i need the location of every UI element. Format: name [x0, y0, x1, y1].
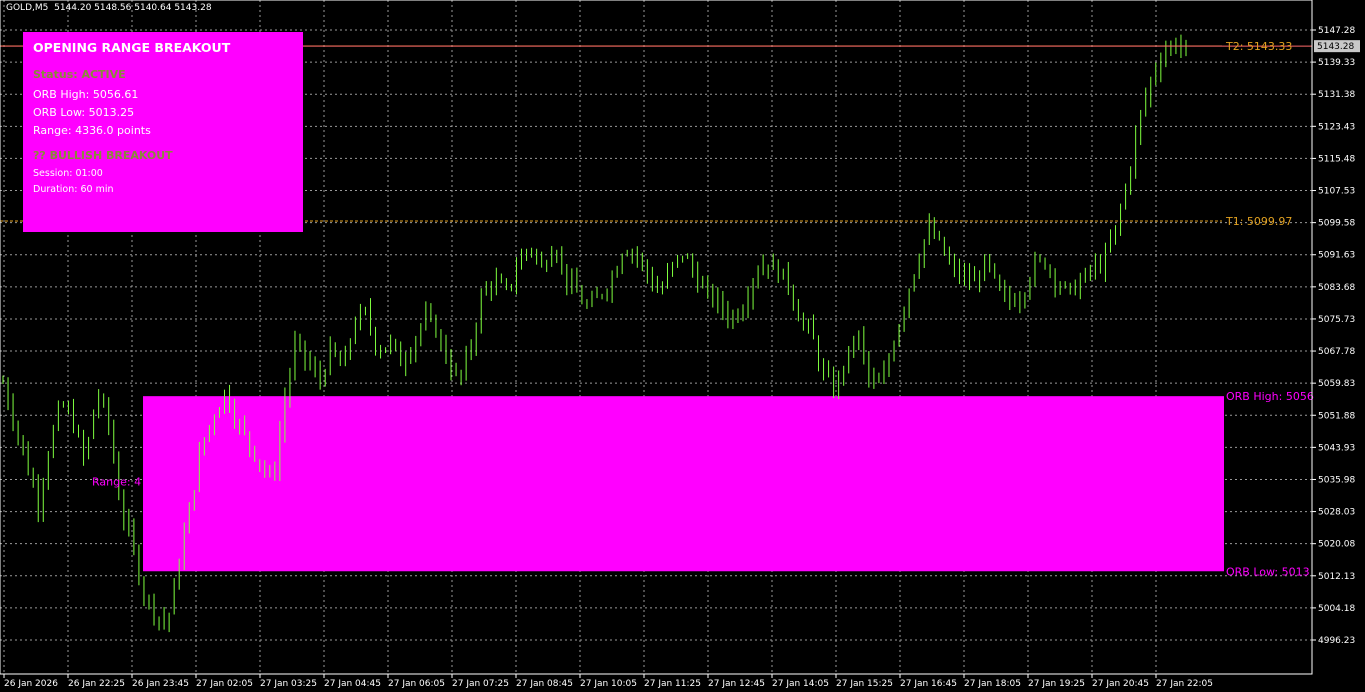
time-tick-label: 27 Jan 19:25: [1028, 679, 1085, 689]
time-tick-label: 27 Jan 11:25: [644, 679, 701, 689]
price-tick-label: 5139.33: [1318, 58, 1355, 68]
range-text: Range: 4336.0 points: [33, 124, 151, 137]
time-tick-label: 27 Jan 14:05: [772, 679, 829, 689]
symbol-label: GOLD,M5: [6, 3, 49, 13]
session-text: Session: 01:00: [33, 168, 103, 179]
price-tick-label: 5075.73: [1318, 315, 1355, 325]
orb-low-label: ORB Low: 5013: [1226, 565, 1310, 578]
status-text: Status: ACTIVE: [33, 68, 126, 81]
time-tick-label: 27 Jan 15:25: [836, 679, 893, 689]
price-tick-label: 5091.63: [1318, 251, 1355, 261]
price-tick-label: 5028.03: [1318, 508, 1355, 518]
breakout-text: ?? BULLISH BREAKOUT: [33, 149, 173, 162]
orb-range-box: [143, 396, 1224, 572]
price-tick-label: 5107.53: [1318, 187, 1355, 197]
price-tick-label: 5051.88: [1318, 411, 1355, 421]
panel-title: OPENING RANGE BREAKOUT: [33, 40, 231, 55]
t1-label: T1: 5099.97: [1225, 215, 1292, 228]
price-tick-label: 5020.08: [1318, 540, 1355, 550]
price-tick-label: 5115.48: [1318, 154, 1355, 164]
time-tick-label: 27 Jan 04:45: [324, 679, 381, 689]
price-tick-label: 5123.43: [1318, 122, 1355, 132]
orb-zone: [143, 396, 1224, 572]
price-tick-label: 5004.18: [1318, 604, 1355, 614]
orb-high-text: ORB High: 5056.61: [33, 88, 139, 101]
price-tick-label: 4996.23: [1318, 636, 1355, 646]
time-tick-label: 27 Jan 08:45: [516, 679, 573, 689]
current-price-text: 5143.28: [1317, 42, 1354, 52]
orb-low-text: ORB Low: 5013.25: [33, 106, 135, 119]
duration-text: Duration: 60 min: [33, 184, 114, 195]
orb-info-panel: OPENING RANGE BREAKOUT Status: ACTIVE OR…: [23, 32, 303, 232]
price-tick-label: 5083.68: [1318, 283, 1355, 293]
price-tick-label: 5043.93: [1318, 443, 1355, 453]
price-tick-label: 5099.58: [1318, 219, 1355, 229]
price-tick-label: 5147.28: [1318, 26, 1355, 36]
price-tick-label: 5131.38: [1318, 90, 1355, 100]
time-tick-label: 27 Jan 06:05: [388, 679, 445, 689]
orb-high-label: ORB High: 5056: [1226, 390, 1314, 403]
time-tick-label: 27 Jan 18:05: [964, 679, 1021, 689]
time-tick-label: 26 Jan 22:25: [68, 679, 125, 689]
price-tick-label: 5059.83: [1318, 379, 1355, 389]
ohlc-readout: 5144.20 5148.56 5140.64 5143.28: [54, 3, 212, 13]
symbol-header: GOLD,M5 5144.20 5148.56 5140.64 5143.28: [6, 3, 212, 13]
price-tick-label: 5067.78: [1318, 347, 1355, 357]
t2-label: T2: 5143.33: [1225, 40, 1292, 53]
time-tick-label: 27 Jan 07:25: [452, 679, 509, 689]
time-tick-label: 27 Jan 02:05: [196, 679, 253, 689]
time-tick-label: 27 Jan 16:45: [900, 679, 957, 689]
price-tick-label: 5035.98: [1318, 475, 1355, 485]
time-tick-label: 27 Jan 20:45: [1092, 679, 1149, 689]
time-tick-label: 27 Jan 03:25: [260, 679, 317, 689]
price-tick-label: 5012.13: [1318, 572, 1355, 582]
range-label: Range: 4: [92, 476, 141, 489]
time-tick-label: 27 Jan 10:05: [580, 679, 637, 689]
time-tick-label: 26 Jan 23:45: [132, 679, 189, 689]
time-tick-label: 27 Jan 12:45: [708, 679, 765, 689]
time-tick-label: 27 Jan 22:05: [1156, 679, 1213, 689]
time-tick-label: 26 Jan 2026: [4, 679, 58, 689]
